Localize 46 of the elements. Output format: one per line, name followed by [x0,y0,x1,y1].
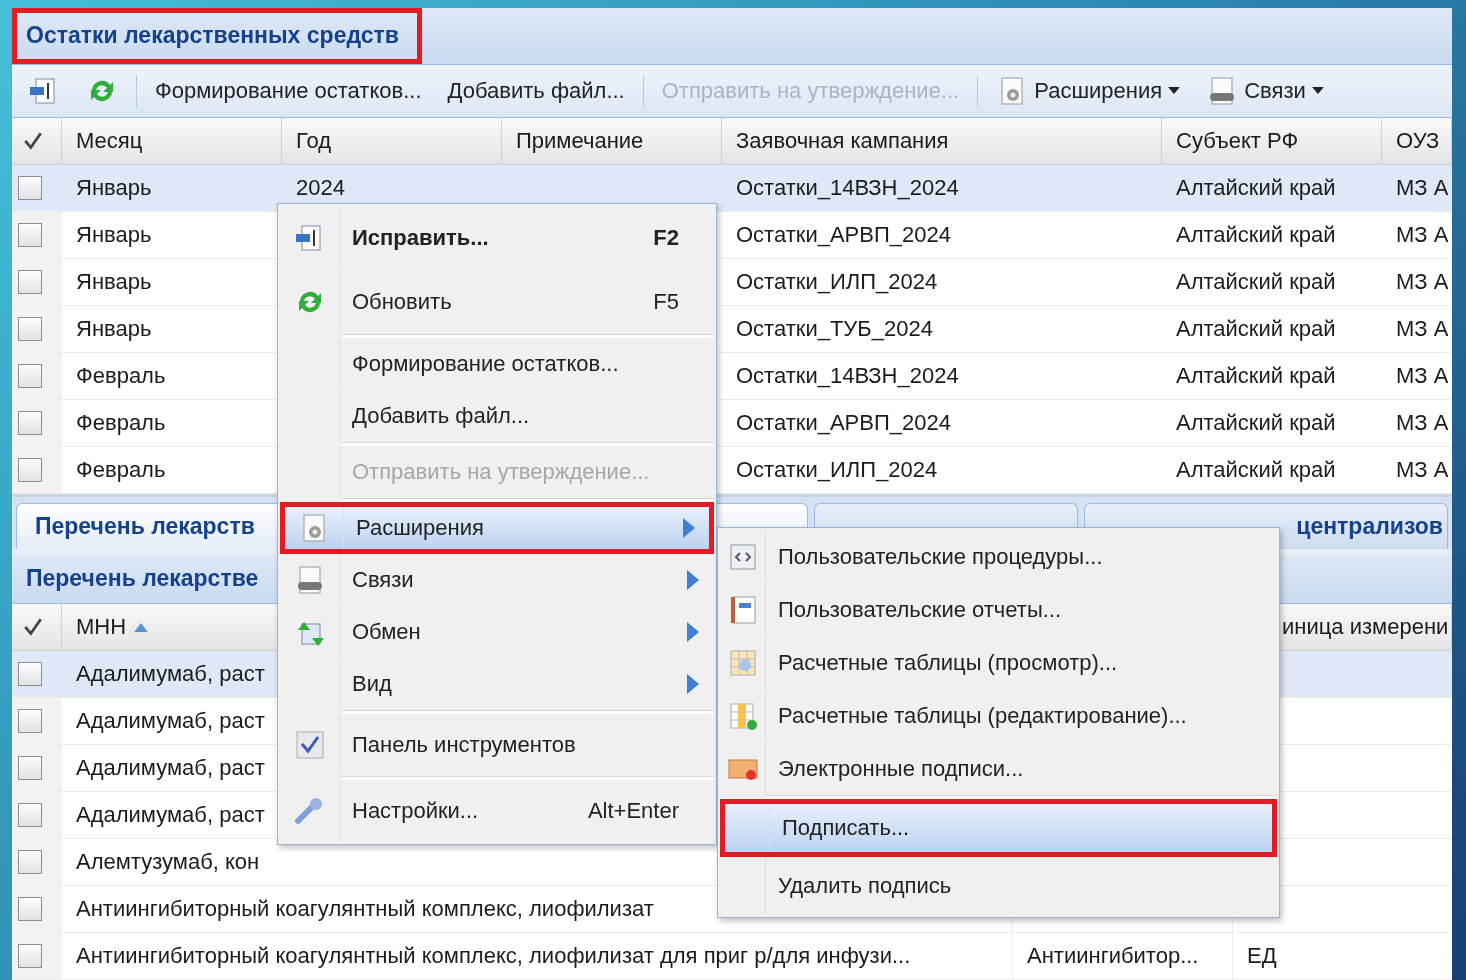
submenu-arrow-icon [687,570,699,590]
column-header[interactable]: Примечание [502,117,722,165]
column-header[interactable]: Заявочная кампания [722,117,1162,165]
table-cell: Алтайский край [1162,164,1382,212]
menu-item[interactable]: Добавить файл... [280,390,714,442]
submenu-arrow-icon [687,674,699,694]
caret-icon [1168,87,1181,95]
column-header[interactable]: Месяц [62,117,282,165]
submenu-arrow-icon [683,518,695,538]
row-checkbox[interactable] [18,363,42,388]
row-checkbox[interactable] [18,175,42,200]
menu-item[interactable]: Формирование остатков... [280,338,714,390]
caret-icon [1311,87,1324,95]
row-checkbox[interactable] [18,756,42,780]
row-checkbox[interactable] [18,803,42,827]
row-checkbox[interactable] [18,709,42,733]
table-cell: Январь [62,164,282,212]
row-checkbox[interactable] [18,850,42,874]
toolbar-menu-button[interactable]: Связи [1198,70,1332,111]
submenu-arrow-icon [687,622,699,642]
checkmark-icon [22,616,44,638]
column-header[interactable]: Год [282,117,502,165]
menu-item[interactable]: Обновить F5 [280,270,714,334]
menu-item[interactable]: Подписать... [720,799,1277,857]
toolbar-button[interactable]: Добавить файл... [439,73,633,108]
panel-title: Перечень лекарстве [26,565,259,593]
row-checkbox[interactable] [18,457,42,482]
table-cell: Антиингибитор... [1012,933,1232,980]
row-checkbox[interactable] [18,410,42,435]
menu-item[interactable]: Расширения [280,502,714,554]
checkbox-icon [294,729,326,761]
row-checkbox[interactable] [18,662,42,686]
row-checkbox[interactable] [18,269,42,294]
table-cell: ЕД [1232,933,1452,980]
row-checkbox[interactable] [18,944,42,968]
menu-item[interactable]: Связи [280,554,714,606]
table-cell: МЗ А [1382,164,1452,212]
toolbar-menu-button[interactable]: Расширения [988,70,1189,111]
row-checkbox[interactable] [18,222,42,247]
table-cell: Остатки_14ВЗН_2024 [722,164,1162,212]
row-checkbox[interactable] [18,897,42,921]
panel-title: Остатки лекарственных средств [12,8,422,64]
row-checkbox[interactable] [18,316,42,341]
column-header[interactable]: ОУЗ [1382,117,1452,165]
toolbar-button[interactable]: Формирование остатков... [147,73,430,108]
column-header[interactable]: Субъект РФ [1162,117,1382,165]
